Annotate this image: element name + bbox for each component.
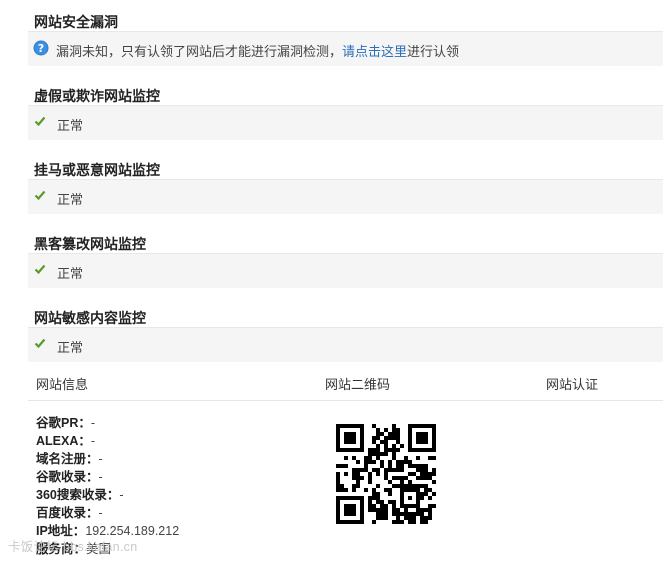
info-label: 域名注册： [36,452,99,466]
sensitive-status-row: 正常 [28,327,663,362]
notice-text-before: 漏洞未知，只有认领了网站后才能进行漏洞检测， [56,44,343,59]
qr-code-image [336,424,436,524]
info-alexa: ALEXA：- [36,432,179,450]
section-title-sensitive: 网站敏感内容监控 [34,310,146,326]
malware-status-row: 正常 [28,179,663,214]
info-value: - [90,416,96,430]
tamper-status-text: 正常 [57,266,84,281]
header-site-verification: 网站认证 [546,377,599,392]
info-google-index: 谷歌收录：- [36,468,179,486]
info-360-index: 360搜索收录：- [36,486,179,504]
info-label: 360搜索收录： [36,488,120,502]
info-label: 谷歌PR： [36,416,91,430]
tamper-status-row: 正常 [28,253,663,288]
info-value: - [98,452,103,466]
section-title-malware: 挂马或恶意网站监控 [34,162,160,178]
vulnerability-notice: 漏洞未知，只有认领了网站后才能进行漏洞检测，请点击这里进行认领 [56,41,459,60]
sensitive-status-text: 正常 [57,340,84,355]
claim-site-link[interactable]: 请点击这里 [342,44,407,59]
svg-text:?: ? [38,42,44,55]
info-baidu-index: 百度收录：- [36,504,179,522]
header-qr-code: 网站二维码 [325,377,391,392]
check-icon [34,115,46,127]
notice-text-after: 进行认领 [407,44,460,59]
info-value: - [98,506,103,520]
check-icon [34,337,46,349]
info-label: 百度收录： [36,506,99,520]
info-pr: 谷歌PR：- [36,414,179,432]
section-title-tamper: 黑客篡改网站监控 [34,236,146,252]
check-icon [34,189,46,201]
info-value: - [119,488,124,502]
info-domain-reg: 域名注册：- [36,450,179,468]
section-title-vulnerability: 网站安全漏洞 [34,14,118,30]
watermark: 卡饭论坛 bbs.kafan.cn [8,540,138,554]
info-value: - [98,470,103,484]
fraud-status-text: 正常 [57,118,84,133]
info-value: - [90,434,96,448]
header-site-info: 网站信息 [36,377,89,392]
fraud-status-row: 正常 [28,105,663,140]
vulnerability-notice-row: ? 漏洞未知，只有认领了网站后才能进行漏洞检测，请点击这里进行认领 [28,31,663,66]
question-icon: ? [33,40,49,56]
malware-status-text: 正常 [57,192,84,207]
section-title-fraud: 虚假或欺诈网站监控 [34,88,160,104]
info-label: ALEXA： [36,434,91,448]
info-label: 谷歌收录： [36,470,99,484]
table-divider [28,400,663,401]
check-icon [34,263,46,275]
